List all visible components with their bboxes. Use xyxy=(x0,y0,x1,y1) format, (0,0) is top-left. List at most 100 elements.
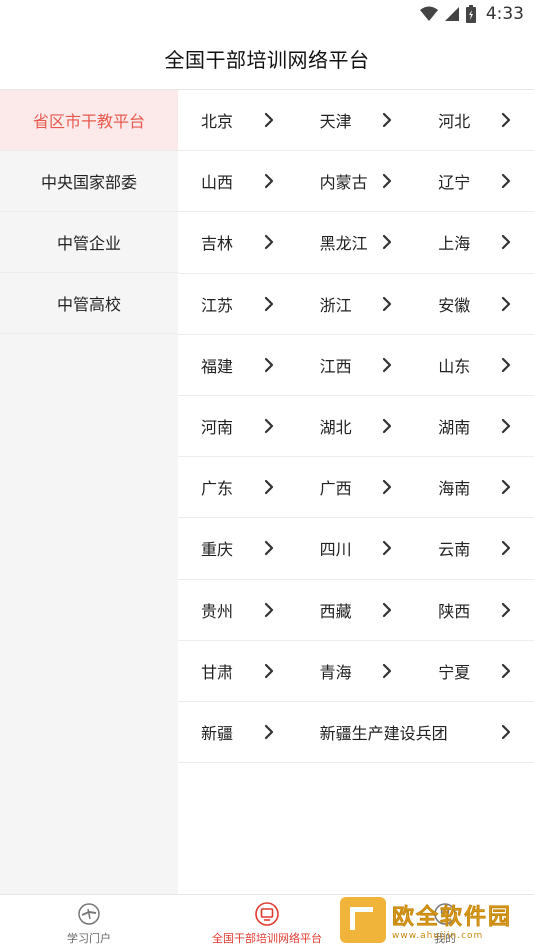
region-row: 河南 湖北 湖南 xyxy=(178,396,534,458)
chevron-right-icon xyxy=(264,296,274,312)
region-label: 重庆 xyxy=(201,540,234,560)
region-item[interactable]: 云南 xyxy=(415,518,534,578)
chevron-right-icon xyxy=(264,663,274,679)
region-label: 贵州 xyxy=(201,601,234,621)
region-label: 江苏 xyxy=(201,295,234,315)
region-label: 辽宁 xyxy=(438,173,471,193)
chevron-right-icon xyxy=(501,296,511,312)
region-item[interactable]: 新疆生产建设兵团 xyxy=(297,702,534,762)
region-row: 福建 江西 山东 xyxy=(178,335,534,396)
region-label: 北京 xyxy=(201,112,234,132)
region-item[interactable]: 黑龙江 xyxy=(297,212,416,272)
chevron-right-icon xyxy=(501,234,511,250)
region-item[interactable]: 山东 xyxy=(415,335,534,395)
region-grid: 北京 天津 河北山西 内蒙古 辽宁吉林 黑龙江 上海江苏 浙江 安徽福建 江西 山东河南 湖北 湖南广东… xyxy=(178,90,534,894)
region-item[interactable]: 贵州 xyxy=(178,580,297,640)
region-label: 宁夏 xyxy=(438,662,471,682)
watermark-logo-icon xyxy=(340,897,386,943)
region-item[interactable]: 浙江 xyxy=(297,274,416,334)
region-label: 河北 xyxy=(438,112,471,132)
chevron-right-icon xyxy=(382,663,392,679)
region-item[interactable]: 福建 xyxy=(178,335,297,395)
chevron-right-icon xyxy=(501,479,511,495)
region-item[interactable]: 天津 xyxy=(297,90,416,150)
signal-icon xyxy=(444,7,459,21)
region-item[interactable]: 内蒙古 xyxy=(297,151,416,211)
chevron-right-icon xyxy=(382,540,392,556)
title-bar: 全国干部培训网络平台 xyxy=(0,28,534,90)
region-label: 天津 xyxy=(319,112,352,132)
sidebar-item-label: 中管企业 xyxy=(56,234,121,253)
chevron-right-icon xyxy=(264,540,274,556)
main-content: 省区市干教平台 中央国家部委 中管企业 中管高校 北京 天津 河北山西 内蒙古 辽宁吉林… xyxy=(0,90,534,894)
chevron-right-icon xyxy=(264,479,274,495)
region-label: 甘肃 xyxy=(201,662,234,682)
chevron-right-icon xyxy=(264,724,274,740)
region-item[interactable]: 河北 xyxy=(415,90,534,150)
region-label: 河南 xyxy=(201,418,234,438)
region-item[interactable]: 海南 xyxy=(415,457,534,517)
region-label: 山东 xyxy=(438,356,471,376)
sidebar-item-provincial[interactable]: 省区市干教平台 xyxy=(0,90,178,151)
region-label: 四川 xyxy=(319,540,352,560)
chevron-right-icon xyxy=(264,357,274,373)
region-item[interactable]: 宁夏 xyxy=(415,641,534,701)
region-item[interactable]: 安徽 xyxy=(415,274,534,334)
region-item[interactable]: 江西 xyxy=(297,335,416,395)
region-item[interactable]: 广东 xyxy=(178,457,297,517)
region-label: 湖南 xyxy=(438,418,471,438)
region-row: 北京 天津 河北 xyxy=(178,90,534,152)
region-item[interactable]: 吉林 xyxy=(178,212,297,272)
chevron-right-icon xyxy=(264,418,274,434)
region-item[interactable]: 湖南 xyxy=(415,396,534,456)
region-label: 海南 xyxy=(438,479,471,499)
region-item[interactable]: 江苏 xyxy=(178,274,297,334)
region-label: 云南 xyxy=(438,540,471,560)
watermark-url: www.ahuijin.com xyxy=(392,931,484,941)
region-item[interactable]: 陕西 xyxy=(415,580,534,640)
region-label: 青海 xyxy=(319,662,352,682)
region-item[interactable]: 广西 xyxy=(297,457,416,517)
chevron-right-icon xyxy=(501,418,511,434)
chevron-right-icon xyxy=(382,173,392,189)
chevron-right-icon xyxy=(264,173,274,189)
region-label: 新疆生产建设兵团 xyxy=(319,723,448,743)
tab-learning-portal[interactable]: 学习门户 xyxy=(0,895,178,950)
region-item[interactable]: 山西 xyxy=(178,151,297,211)
region-row: 重庆 四川 云南 xyxy=(178,518,534,580)
region-label: 黑龙江 xyxy=(319,234,368,254)
region-item[interactable]: 甘肃 xyxy=(178,641,297,701)
watermark-title: 欧全软件园 xyxy=(392,905,513,931)
region-item[interactable]: 重庆 xyxy=(178,518,297,578)
chevron-right-icon xyxy=(264,602,274,618)
chevron-right-icon xyxy=(501,357,511,373)
region-item[interactable]: 新疆 xyxy=(178,702,297,762)
region-item[interactable]: 四川 xyxy=(297,518,416,578)
chevron-right-icon xyxy=(501,173,511,189)
region-item[interactable]: 上海 xyxy=(415,212,534,272)
region-item[interactable]: 湖北 xyxy=(297,396,416,456)
region-label: 福建 xyxy=(201,356,234,376)
chevron-right-icon xyxy=(382,357,392,373)
chevron-right-icon xyxy=(382,602,392,618)
sidebar-item-central-universities[interactable]: 中管高校 xyxy=(0,273,178,334)
region-item[interactable]: 辽宁 xyxy=(415,151,534,211)
region-label: 广东 xyxy=(201,479,234,499)
sidebar-item-central-ministries[interactable]: 中央国家部委 xyxy=(0,151,178,212)
region-label: 湖北 xyxy=(319,418,352,438)
region-item[interactable]: 北京 xyxy=(178,90,297,150)
chevron-right-icon xyxy=(382,418,392,434)
chevron-right-icon xyxy=(264,234,274,250)
region-item[interactable]: 西藏 xyxy=(297,580,416,640)
sidebar-item-label: 中管高校 xyxy=(56,295,121,314)
sidebar-item-central-enterprises[interactable]: 中管企业 xyxy=(0,212,178,273)
status-bar: 4:33 xyxy=(0,0,534,28)
region-label: 陕西 xyxy=(438,601,471,621)
region-item[interactable]: 青海 xyxy=(297,641,416,701)
tab-training-platform[interactable]: 全国干部培训网络平台 xyxy=(178,895,356,950)
region-row: 新疆 新疆生产建设兵团 xyxy=(178,702,534,764)
page-title: 全国干部培训网络平台 xyxy=(164,48,370,72)
region-item[interactable]: 河南 xyxy=(178,396,297,456)
chevron-right-icon xyxy=(264,112,274,128)
region-row: 贵州 西藏 陕西 xyxy=(178,580,534,641)
